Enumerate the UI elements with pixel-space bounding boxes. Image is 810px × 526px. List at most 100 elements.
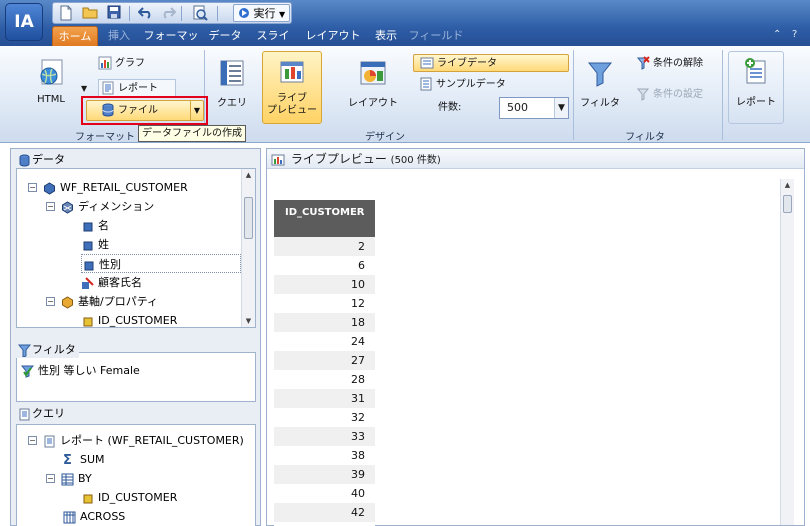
report-button[interactable]: レポート — [728, 51, 784, 124]
chevron-down-icon[interactable]: ▼ — [554, 98, 568, 118]
query-button[interactable]: クエリ — [212, 58, 252, 109]
sample-data-button[interactable]: サンプルデータ — [419, 76, 506, 94]
add-report-icon — [741, 57, 771, 87]
row-count-select[interactable]: 500 ▼ — [499, 97, 569, 119]
report-document-icon — [101, 81, 115, 95]
query-node-across[interactable]: ACROSS — [63, 507, 125, 526]
help-icon[interactable]: ? — [792, 29, 797, 40]
live-data-label: ライブデータ — [437, 58, 497, 69]
save-icon[interactable] — [105, 5, 123, 22]
filter-button[interactable]: フィルタ — [580, 58, 620, 109]
filter-condition[interactable]: 性別 等しい Female — [20, 361, 140, 380]
grid-icon — [61, 473, 74, 486]
measure-field-icon — [81, 492, 94, 505]
query-node-id-customer[interactable]: ID_CUSTOMER — [81, 488, 177, 507]
new-document-icon[interactable] — [57, 5, 75, 22]
collapse-ribbon-icon[interactable]: ⌃ — [773, 29, 781, 40]
query-node-by[interactable]: − BY — [46, 469, 92, 488]
table-cell: 27 — [274, 351, 375, 370]
tree-node-last-name[interactable]: 姓 — [81, 235, 109, 254]
table-cell: 33 — [274, 427, 375, 446]
filter-label: フィルタ — [580, 98, 620, 109]
filter-condition-label: 性別 等しい Female — [38, 364, 140, 377]
preview-count: (500 件数) — [390, 155, 441, 166]
tree-node-dimension[interactable]: − ディメンション — [46, 197, 154, 216]
query-node-label: ACROSS — [80, 510, 126, 523]
collapse-icon[interactable]: − — [46, 297, 55, 306]
column-header[interactable]: ID_CUSTOMER — [274, 200, 375, 237]
cube-icon — [43, 181, 56, 195]
computed-field-icon — [81, 276, 94, 290]
tab-home[interactable]: ホーム — [52, 26, 98, 46]
table-cell: 42 — [274, 503, 375, 522]
live-preview-icon — [277, 57, 307, 87]
table-cell: 44 — [274, 522, 375, 526]
table-cell: 31 — [274, 389, 375, 408]
run-label: 実行 — [253, 7, 276, 20]
bar-chart-icon — [98, 56, 112, 70]
tree-node-measure[interactable]: − 基軸/プロパティ — [46, 292, 158, 311]
query-node-report[interactable]: − レポート (WF_RETAIL_CUSTOMER) — [28, 431, 244, 450]
live-data-button[interactable]: ライブデータ — [413, 54, 569, 72]
filter-section-title: フィルタ — [32, 343, 76, 356]
live-preview-button[interactable]: ライブ プレビュー — [262, 51, 322, 124]
filter-check-icon — [20, 365, 35, 378]
layout-button[interactable]: レイアウト — [347, 58, 399, 109]
table-cell: 38 — [274, 446, 375, 465]
measure-field-icon — [81, 315, 94, 328]
html-button[interactable]: HTML — [30, 58, 72, 105]
funnel-icon — [585, 58, 615, 88]
tree-node-label: WF_RETAIL_CUSTOMER — [60, 181, 188, 194]
scroll-up-icon[interactable]: ▲ — [781, 179, 794, 191]
tree-node-customer-name[interactable]: 顧客氏名 — [81, 273, 142, 292]
ribbon: HTML グラフ ▼ レポート ファイル ▼ フォーマット クエリ ライブ プレ… — [0, 46, 810, 143]
html-label: HTML — [37, 94, 65, 105]
tab-insert[interactable]: 挿入 — [104, 26, 134, 46]
data-tree-scrollbar[interactable]: ▲ ▼ — [241, 169, 255, 327]
tree-node-label: 性別 — [99, 258, 121, 271]
query-node-label: BY — [78, 472, 92, 485]
scroll-thumb[interactable] — [783, 195, 792, 213]
preview-scrollbar[interactable]: ▲ — [780, 179, 794, 525]
tab-view[interactable]: 表示 — [372, 26, 400, 46]
scroll-up-icon[interactable]: ▲ — [242, 169, 255, 181]
table-cell: 24 — [274, 332, 375, 351]
collapse-icon[interactable]: − — [46, 474, 55, 483]
format-dropdown-icon[interactable]: ▼ — [81, 84, 87, 93]
design-group-label: デザイン — [365, 132, 405, 143]
print-preview-icon[interactable] — [191, 5, 209, 22]
report-format-button[interactable]: レポート — [98, 79, 176, 97]
tree-node-first-name[interactable]: 名 — [81, 216, 109, 235]
undo-icon[interactable] — [137, 5, 155, 22]
remove-filter-icon — [636, 56, 650, 70]
tab-layout[interactable]: レイアウト — [302, 26, 364, 46]
data-tree-panel: − WF_RETAIL_CUSTOMER − ディメンション 名 姓 性別 顧客… — [16, 168, 256, 328]
run-button[interactable]: 実行 ▼ — [233, 4, 291, 22]
query-node-sum[interactable]: Σ SUM — [63, 450, 105, 469]
tree-node-table[interactable]: − WF_RETAIL_CUSTOMER — [28, 178, 188, 197]
tab-slicer[interactable]: スライサ — [252, 26, 294, 61]
left-panel: − WF_RETAIL_CUSTOMER − ディメンション 名 姓 性別 顧客… — [10, 148, 261, 526]
live-preview-icon — [271, 153, 287, 167]
data-section-title: データ — [32, 153, 65, 166]
app-logo[interactable]: IA — [5, 3, 43, 41]
html-globe-icon — [36, 58, 66, 88]
scroll-down-icon[interactable]: ▼ — [242, 315, 255, 327]
query-section-title: クエリ — [32, 407, 65, 420]
tab-field[interactable]: フィールド — [406, 26, 466, 46]
collapse-icon[interactable]: − — [28, 436, 37, 445]
remove-condition-button[interactable]: 条件の解除 — [636, 55, 703, 73]
tab-format[interactable]: フォーマット — [140, 26, 202, 61]
tab-data[interactable]: データ — [208, 26, 242, 46]
open-folder-icon[interactable] — [81, 5, 99, 22]
tree-node-id-customer[interactable]: ID_CUSTOMER — [81, 311, 177, 330]
collapse-icon[interactable]: − — [46, 202, 55, 211]
graph-button[interactable]: グラフ — [98, 55, 145, 73]
redo-icon[interactable] — [159, 5, 177, 22]
set-condition-button[interactable]: 条件の設定 — [636, 86, 703, 104]
report-document-icon — [43, 435, 56, 448]
grid-icon — [63, 511, 76, 524]
scroll-thumb[interactable] — [244, 197, 253, 239]
tree-node-gender[interactable]: 性別 — [81, 254, 241, 273]
collapse-icon[interactable]: − — [28, 183, 37, 192]
